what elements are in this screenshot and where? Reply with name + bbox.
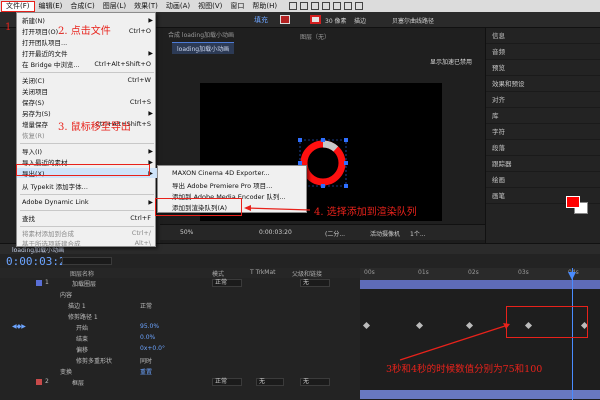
annotation-step-5: 3秒和4秒的时候数值分别为75和100 — [386, 364, 543, 375]
annotation-step-3: 3. 鼠标移至导出 — [58, 122, 131, 133]
annotation-arrows — [244, 205, 510, 361]
annotation-step-1: 1 — [5, 22, 12, 33]
annotation-step-4: 4. 选择添加到渲染队列 — [314, 207, 417, 218]
annotation-step-2: 2. 点击文件 — [58, 26, 111, 37]
